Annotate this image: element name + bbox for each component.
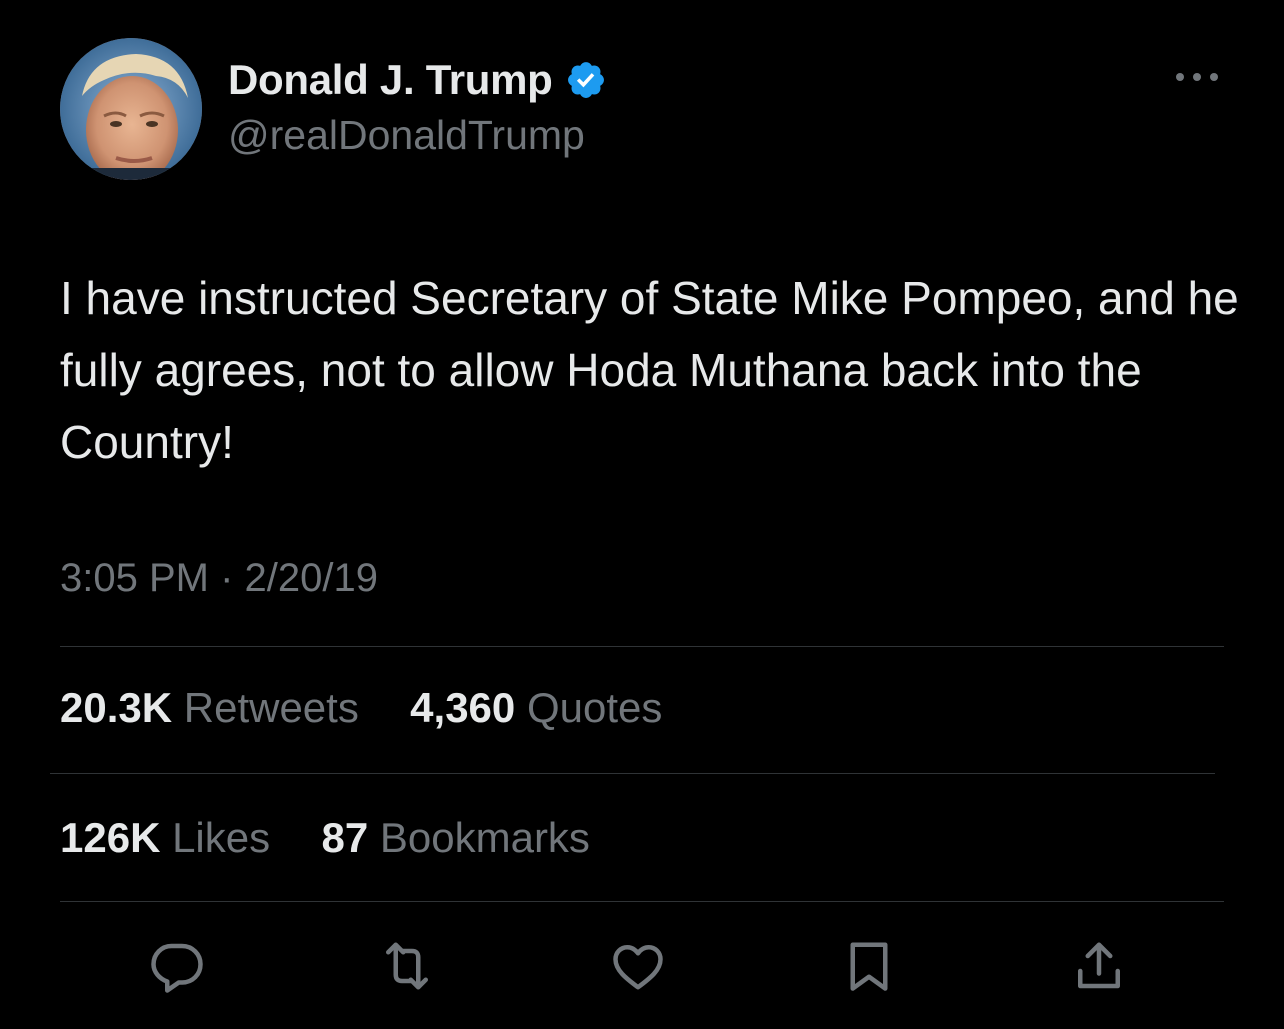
- avatar-image: [60, 38, 202, 180]
- tweet-timestamp[interactable]: 3:05 PM · 2/20/19: [60, 556, 378, 601]
- share-button[interactable]: [1069, 936, 1129, 996]
- bookmark-icon: [850, 942, 888, 991]
- action-bar: [0, 936, 1284, 996]
- bookmark-button[interactable]: [839, 936, 899, 996]
- tweet-time: 3:05 PM: [60, 556, 209, 600]
- reply-button[interactable]: [147, 936, 207, 996]
- retweet-button[interactable]: [377, 936, 437, 996]
- retweets-label: Retweets: [183, 684, 359, 731]
- quotes-stat[interactable]: 4,360 Quotes: [410, 684, 662, 731]
- divider: [60, 646, 1224, 647]
- bookmarks-stat[interactable]: 87 Bookmarks: [321, 814, 589, 861]
- verified-badge-icon: [565, 59, 607, 101]
- stats-row-engagement: 126K Likes 87 Bookmarks: [60, 814, 590, 862]
- tweet-date: 2/20/19: [244, 556, 379, 600]
- avatar[interactable]: [60, 38, 202, 180]
- divider: [60, 901, 1224, 902]
- bookmarks-count: 87: [321, 814, 369, 861]
- reply-icon: [151, 943, 203, 993]
- timestamp-separator: ·: [220, 556, 234, 600]
- likes-label: Likes: [172, 814, 271, 861]
- share-icon: [1078, 942, 1120, 989]
- quotes-count: 4,360: [410, 684, 516, 731]
- author-name-row: Donald J. Trump: [228, 54, 607, 106]
- like-button[interactable]: [608, 936, 668, 996]
- tweet-text: I have instructed Secretary of State Mik…: [60, 272, 1239, 468]
- tweet-detail: Donald J. Trump @realDonaldTrump I have …: [0, 0, 1284, 1029]
- divider: [50, 773, 1215, 774]
- more-icon[interactable]: [1172, 60, 1222, 94]
- likes-count: 126K: [60, 814, 161, 861]
- retweet-icon: [386, 942, 428, 990]
- author-handle[interactable]: @realDonaldTrump: [228, 112, 585, 159]
- quotes-label: Quotes: [526, 684, 663, 731]
- retweets-stat[interactable]: 20.3K Retweets: [60, 684, 371, 731]
- author-display-name[interactable]: Donald J. Trump: [228, 56, 553, 104]
- likes-stat[interactable]: 126K Likes: [60, 814, 282, 861]
- heart-icon: [613, 945, 663, 990]
- bookmarks-label: Bookmarks: [379, 814, 590, 861]
- retweets-count: 20.3K: [60, 684, 173, 731]
- stats-row-shares: 20.3K Retweets 4,360 Quotes: [60, 684, 662, 732]
